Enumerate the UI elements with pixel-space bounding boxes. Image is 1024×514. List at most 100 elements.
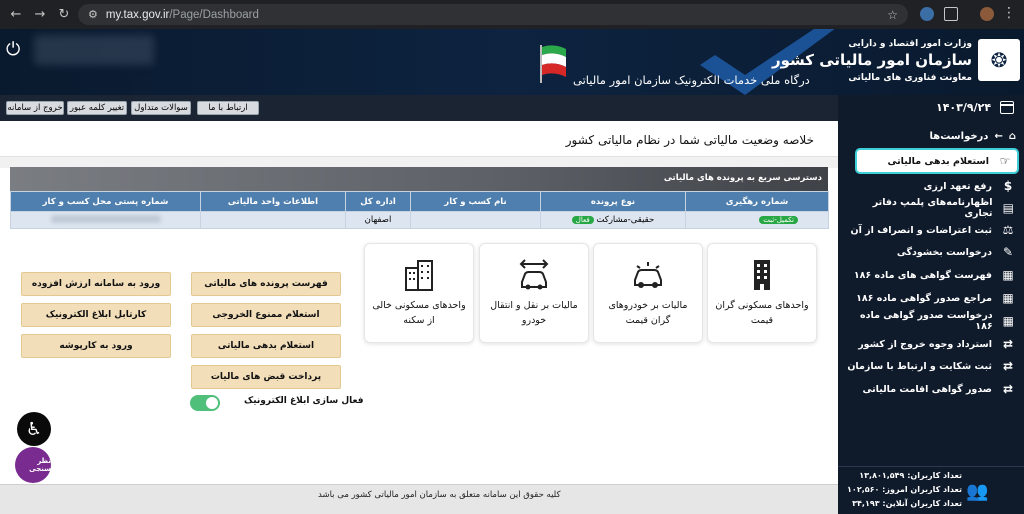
profile-avatar[interactable] (980, 7, 994, 21)
extension-icon[interactable] (920, 7, 934, 21)
survey-button[interactable]: نظر سنجی (15, 447, 51, 483)
edit-file-icon: ✎ (1002, 245, 1014, 259)
reload-icon[interactable]: ↻ (52, 7, 76, 22)
contact-us-button[interactable]: ارتباط با ما (197, 101, 259, 115)
certificate-icon: ▦ (1002, 291, 1014, 305)
sidebar-breadcrumb[interactable]: ⌂ ← درخواست‌ها (846, 128, 1016, 144)
chevron-left-icon: ← (994, 130, 1003, 142)
car-icon (634, 262, 662, 288)
sidebar-item-label: استعلام بدهی مالیاتی (887, 155, 989, 167)
faq-button[interactable]: سوالات متداول (131, 101, 191, 115)
building-icon (754, 260, 770, 290)
refund-icon: ⇄ (1002, 337, 1014, 351)
vat-system-login-button[interactable]: ورود به سامانه ارزش افزوده (21, 272, 171, 296)
address-bar[interactable]: ⚙ my.tax.gov.ir/Page/Dashboard ☆ (78, 4, 908, 25)
organization-name: سازمان امور مالیاتی کشور (771, 51, 972, 69)
sidebar-item-label: درخواست صدور گواهی ماده ۱۸۶ (860, 310, 993, 332)
documents-icon: ▤ (1002, 201, 1014, 215)
sidebar-item-tax-debt-inquiry[interactable]: ☞ استعلام بدهی مالیاتی (855, 148, 1019, 174)
refund-icon: ⇄ (1002, 359, 1014, 373)
power-icon[interactable]: ⏻ (6, 39, 20, 60)
col-postal-code: شماره پستی محل کسب و کار (10, 191, 201, 212)
sidebar-item-label: استرداد وجوه خروج از کشور (858, 338, 992, 350)
forward-icon[interactable]: → (28, 7, 52, 22)
quick-access-header: دسترسی سریع به پرونده های مالیاتی (10, 167, 828, 191)
copyright-text: کلیه حقوق این سامانه متعلق به سازمان امو… (318, 490, 561, 500)
browser-menu-icon[interactable]: ⋮ (1002, 5, 1016, 21)
e-notice-toggle[interactable] (190, 395, 220, 411)
col-office: اداره کل (345, 191, 411, 212)
sidebar-item-label: رفع تعهد ارزی (923, 180, 992, 192)
col-business-name: نام کسب و کار (410, 191, 541, 212)
file-type-text: حقیقی-مشارکت (596, 215, 655, 225)
col-file-type: نوع پرونده (540, 191, 686, 212)
sidebar-item-currency-commitment[interactable]: $ رفع تعهد ارزی (846, 177, 1016, 195)
sidebar-item-ledger-declarations[interactable]: ▤ اظهارنامه‌های پلمپ دفاتر تجاری (846, 197, 1016, 219)
sidebar-item-186-issuers[interactable]: ▦ مراجع صدور گواهی ماده ۱۸۶ (846, 289, 1016, 307)
bookmark-star-icon[interactable]: ☆ (887, 8, 898, 22)
footer: کلیه حقوق این سامانه متعلق به سازمان امو… (0, 484, 838, 514)
back-icon[interactable]: ← (4, 7, 28, 22)
certificate-icon: ▦ (1002, 314, 1015, 328)
card-expensive-housing[interactable]: واحدهای مسکونی گران قیمت (707, 243, 817, 343)
tax-files-list-button[interactable]: فهرست پرونده های مالیاتی (191, 272, 341, 296)
hand-money-icon: ☞ (999, 154, 1011, 168)
logout-button[interactable]: خروج از سامانه (6, 101, 64, 115)
gavel-icon: ⚖ (1002, 223, 1014, 237)
sidebar-item-label: اظهارنامه‌های پلمپ دفاتر تجاری (872, 197, 993, 219)
status-badge: فعال (571, 216, 594, 224)
current-date: ۱۴۰۳/۹/۲۴ (936, 101, 992, 114)
sidebar-item-label: مراجع صدور گواهی ماده ۱۸۶ (856, 292, 992, 304)
sidebar-item-forgiveness-request[interactable]: ✎ درخواست بخشودگی (846, 243, 1016, 261)
card-expensive-cars[interactable]: مالیات بر خودروهای گران قیمت (593, 243, 703, 343)
refund-icon: ⇄ (1002, 382, 1014, 396)
table-row[interactable]: اصفهان حقیقی-مشارکت فعال تکمیل-ثبت (10, 211, 829, 229)
sidebar-item-label: فهرست گواهی های ماده ۱۸۶ (853, 269, 992, 281)
card-label: واحدهای مسکونی خالی از سکنه (372, 300, 466, 326)
online-users: تعداد کاربران آنلاین: ۳۴,۱۹۳ (852, 499, 962, 508)
sidebar-item-label: صدور گواهی اقامت مالیاتی (862, 383, 992, 395)
col-tracking-number: شماره رهگیری (685, 191, 829, 212)
accessibility-button[interactable]: ♿ (17, 412, 51, 446)
sidebar-item-exit-refund[interactable]: ⇄ استرداد وجوه خروج از کشور (846, 335, 1016, 353)
cell-office: اصفهان (345, 211, 411, 229)
quick-access-panel: دسترسی سریع به پرونده های مالیاتی شماره … (10, 167, 829, 231)
site-header: ⏻ ❂ وزارت امور اقتصاد و دارایی سازمان ام… (0, 29, 1024, 95)
exit-ban-inquiry-button[interactable]: استعلام ممنوع الخروجی (191, 303, 341, 327)
tax-files-table: شماره پستی محل کسب و کار اطلاعات واحد ما… (10, 191, 829, 229)
card-car-transfer[interactable]: مالیات بر نقل و انتقال خودرو (479, 243, 589, 343)
workfolder-login-button[interactable]: ورود به کارپوشه (21, 334, 171, 358)
cell-postal-code (10, 211, 201, 229)
col-tax-unit-info: اطلاعات واحد مالیاتی (200, 191, 346, 212)
site-info-icon[interactable]: ⚙ (88, 8, 98, 21)
change-password-button[interactable]: تغییر کلمه عبور (67, 101, 127, 115)
pay-tax-bills-button[interactable]: پرداخت قبض های مالیات (191, 365, 341, 389)
table-header-row: شماره پستی محل کسب و کار اطلاعات واحد ما… (10, 191, 829, 212)
sidebar-item-186-certificates-list[interactable]: ▦ فهرست گواهی های ماده ۱۸۶ (846, 266, 1016, 284)
electronic-notice-inbox-button[interactable]: کارتابل ابلاغ الکترونیک (21, 303, 171, 327)
today-users: تعداد کاربران امروز: ۱۰۲,۵۶۰ (847, 485, 962, 494)
calendar-icon (1000, 101, 1014, 114)
card-label: مالیات بر خودروهای گران قیمت (608, 300, 688, 326)
car-transfer-icon (519, 259, 549, 290)
e-notice-toggle-label: فعال سازی ابلاغ الکترونیک (244, 396, 364, 406)
deputy-name: معاونت فناوری های مالیاتی (848, 73, 972, 83)
card-vacant-housing[interactable]: واحدهای مسکونی خالی از سکنه (364, 243, 474, 343)
url-path: /Page/Dashboard (169, 8, 259, 21)
sidebar-item-label: ثبت شکایت و ارتباط با سازمان (847, 360, 992, 372)
card-label: مالیات بر نقل و انتقال خودرو (490, 300, 578, 326)
user-stats: 👥 تعداد کاربران: ۱۳,۸۰۱,۵۴۹ تعداد کاربرا… (838, 466, 1024, 514)
home-icon: ⌂ (1008, 130, 1016, 142)
top-toolbar: ارتباط با ما سوالات متداول تغییر کلمه عب… (0, 95, 838, 121)
tax-debt-inquiry-button[interactable]: استعلام بدهی مالیاتی (191, 334, 341, 358)
extensions-puzzle-icon[interactable] (944, 7, 958, 21)
sidebar-item-complaints[interactable]: ⇄ ثبت شکایت و ارتباط با سازمان (846, 357, 1016, 375)
sidebar-item-186-request[interactable]: ▦ درخواست صدور گواهی ماده ۱۸۶ (846, 310, 1016, 332)
quick-access-title: دسترسی سریع به پرونده های مالیاتی (663, 173, 822, 183)
blurred-value (50, 214, 161, 223)
cell-business-name (410, 211, 541, 229)
sidebar-item-objections[interactable]: ⚖ ثبت اعتراضات و انصراف از آن (846, 221, 1016, 239)
cell-tax-unit-info (200, 211, 346, 229)
sidebar-item-tax-residency[interactable]: ⇄ صدور گواهی اقامت مالیاتی (846, 380, 1016, 398)
iran-flag-icon (540, 45, 566, 83)
